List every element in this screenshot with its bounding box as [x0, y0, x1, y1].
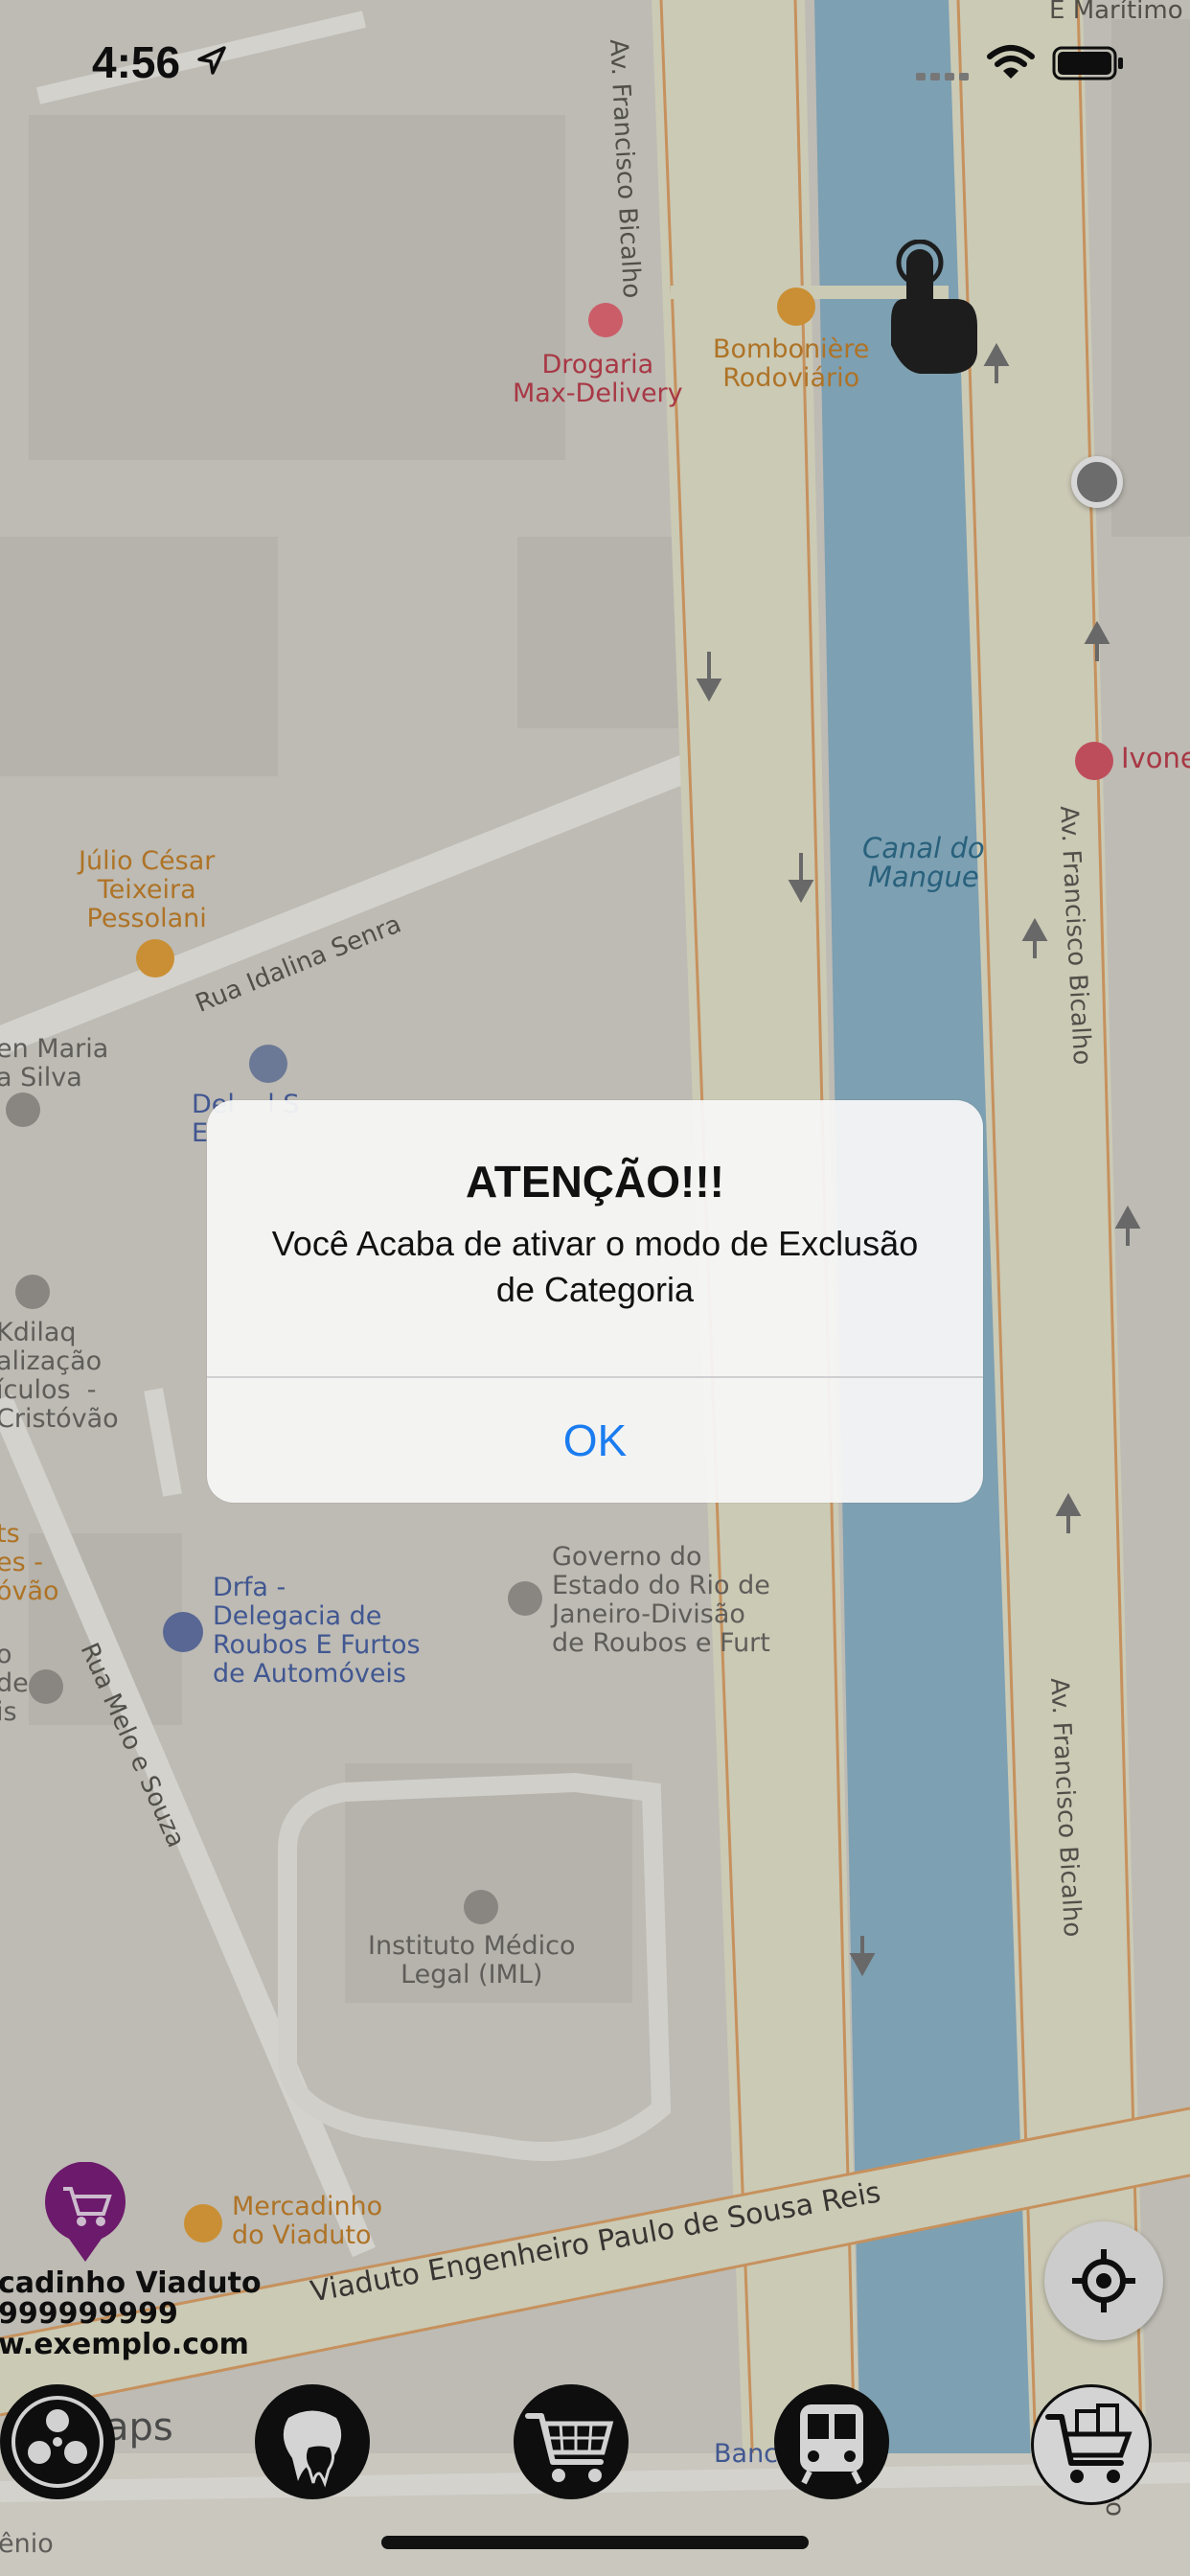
- alert-title: ATENÇÃO!!!: [466, 1157, 724, 1207]
- alert-message: Você Acaba de ativar o modo de Exclusão …: [271, 1224, 919, 1309]
- alert-dialog: ATENÇÃO!!! Você Acaba de ativar o modo d…: [207, 1100, 983, 1503]
- home-indicator[interactable]: [381, 2536, 809, 2549]
- ok-button[interactable]: OK: [207, 1378, 983, 1503]
